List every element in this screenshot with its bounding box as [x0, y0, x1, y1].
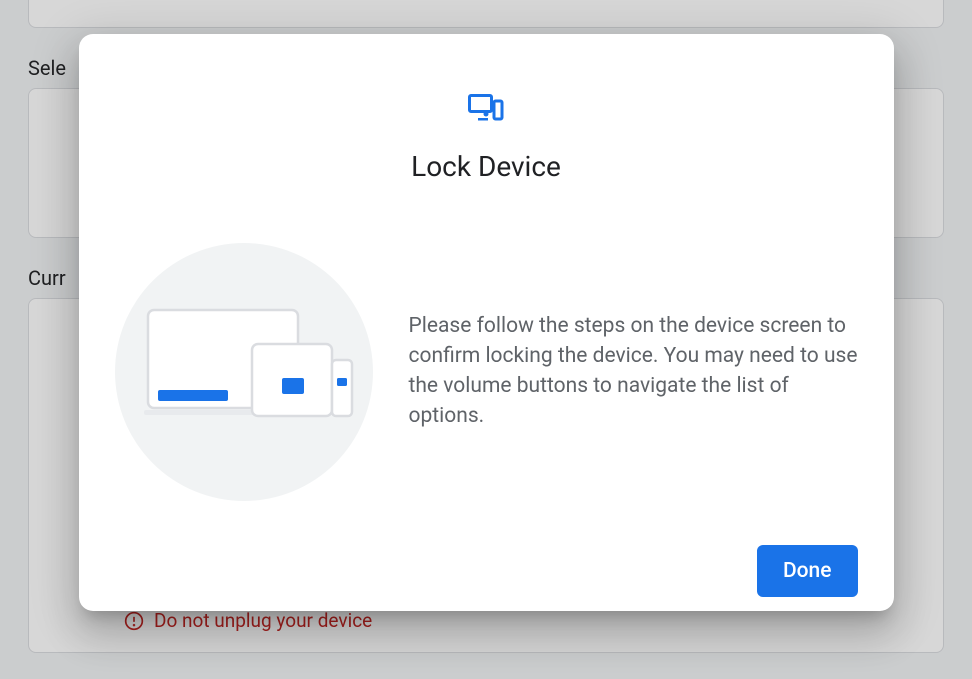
lock-device-dialog: Lock Device Please follow the steps o [79, 34, 894, 611]
dialog-body: Please follow the steps on the device sc… [115, 243, 858, 501]
dialog-footer: Done [115, 545, 858, 597]
dialog-instructions: Please follow the steps on the device sc… [409, 312, 858, 431]
done-button[interactable]: Done [757, 545, 858, 597]
devices-illustration-svg [134, 302, 354, 442]
modal-overlay: Lock Device Please follow the steps o [0, 0, 972, 679]
dialog-header: Lock Device [115, 94, 858, 183]
devices-icon [468, 94, 504, 122]
devices-illustration [115, 243, 373, 501]
dialog-title: Lock Device [411, 150, 561, 183]
